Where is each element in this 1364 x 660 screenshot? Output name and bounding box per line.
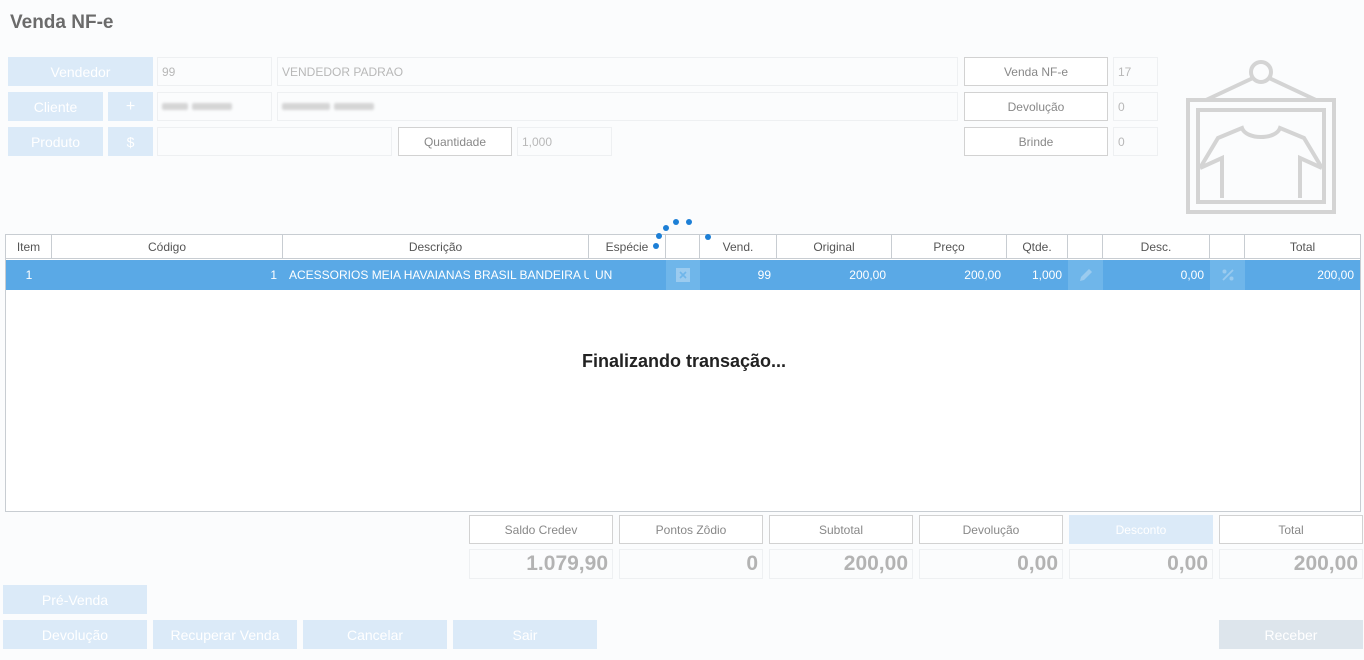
edit-item-button[interactable] [1068, 260, 1103, 290]
col-qtde[interactable]: Qtde. [1007, 235, 1068, 258]
loading-spinner-icon [650, 216, 714, 252]
col-edit [1068, 235, 1103, 258]
saldo-credev-value: 1.079,90 [469, 549, 613, 579]
redacted-text [162, 103, 188, 110]
cliente-name-field [277, 92, 958, 121]
cell-preco: 200,00 [964, 268, 1001, 282]
receber-button[interactable]: Receber [1219, 620, 1363, 649]
spinner-dot [656, 233, 662, 239]
cliente-code-field[interactable] [157, 92, 272, 121]
cell-qtde: 1,000 [1031, 268, 1062, 282]
cancelar-button[interactable]: Cancelar [303, 620, 447, 649]
table-row[interactable]: 1 1 ACESSORIOS MEIA HAVAIANAS BRASIL BAN… [6, 260, 1360, 290]
spinner-dot [686, 219, 692, 225]
cliente-button[interactable]: Cliente [8, 92, 103, 121]
discount-button[interactable] [1210, 260, 1245, 290]
col-item[interactable]: Item [6, 235, 52, 258]
recuperar-venda-button[interactable]: Recuperar Venda [153, 620, 297, 649]
pontos-zodio-label: Pontos Zôdio [619, 515, 763, 544]
produto-button[interactable]: Produto [8, 127, 103, 156]
devolucao-total-label: Devolução [919, 515, 1063, 544]
clothing-tag-icon [1186, 60, 1336, 214]
devolucao-counter-button[interactable]: Devolução [964, 92, 1108, 121]
venda-nfe-count: 17 [1113, 57, 1158, 86]
devolucao-count: 0 [1113, 92, 1158, 121]
quantidade-input[interactable]: 1,000 [517, 127, 612, 156]
vendedor-name-field: VENDEDOR PADRAO [277, 57, 958, 86]
redacted-text [192, 103, 232, 110]
saldo-credev-label: Saldo Credev [469, 515, 613, 544]
col-desc[interactable]: Desc. [1103, 235, 1210, 258]
cell-total: 200,00 [1317, 268, 1354, 282]
subtotal-value: 200,00 [769, 549, 913, 579]
page-title: Venda NF-e [10, 12, 114, 33]
quantidade-button[interactable]: Quantidade [398, 127, 512, 156]
vendedor-code-field[interactable]: 99 [157, 57, 272, 86]
col-preco[interactable]: Preço [892, 235, 1007, 258]
col-percent [1210, 235, 1245, 258]
subtotal-label: Subtotal [769, 515, 913, 544]
venda-nfe-counter-button[interactable]: Venda NF-e [964, 57, 1108, 86]
percent-icon [1221, 269, 1234, 281]
cell-original: 200,00 [849, 268, 886, 282]
pre-venda-button[interactable]: Pré-Venda [3, 585, 147, 614]
cell-codigo: 1 [270, 268, 277, 282]
total-label: Total [1219, 515, 1363, 544]
spinner-dot [663, 225, 669, 231]
close-icon [676, 268, 690, 282]
desconto-value: 0,00 [1069, 549, 1213, 579]
pontos-zodio-value: 0 [619, 549, 763, 579]
devolucao-total-value: 0,00 [919, 549, 1063, 579]
cell-especie: UN [595, 268, 613, 282]
brinde-counter-button[interactable]: Brinde [964, 127, 1108, 156]
desconto-button[interactable]: Desconto [1069, 515, 1213, 544]
pencil-icon [1079, 269, 1092, 281]
redacted-text [334, 103, 374, 110]
col-total[interactable]: Total [1245, 235, 1360, 258]
col-descricao[interactable]: Descrição [283, 235, 589, 258]
add-cliente-button[interactable]: + [108, 92, 153, 121]
cell-vend: 99 [757, 268, 771, 282]
spinner-dot [653, 243, 659, 249]
redacted-text [282, 103, 330, 110]
cell-descricao: ACESSORIOS MEIA HAVAIANAS BRASIL BANDEIR… [289, 268, 589, 282]
cell-desc: 0,00 [1180, 268, 1204, 282]
dollar-icon: $ [126, 133, 135, 150]
spinner-dot [705, 234, 711, 240]
devolucao-button[interactable]: Devolução [3, 620, 147, 649]
brinde-count: 0 [1113, 127, 1158, 156]
plus-icon: + [125, 97, 136, 115]
vendedor-button[interactable]: Vendedor [8, 57, 153, 86]
delete-item-button[interactable] [666, 260, 700, 290]
spinner-dot [673, 219, 679, 225]
total-value: 200,00 [1219, 549, 1363, 579]
items-grid: Item Código Descrição Espécie Vend. Orig… [5, 234, 1361, 512]
cell-item: 1 [25, 268, 33, 282]
col-codigo[interactable]: Código [52, 235, 283, 258]
preco-button[interactable]: $ [108, 127, 153, 156]
loading-message: Finalizando transação... [581, 351, 787, 371]
col-original[interactable]: Original [777, 235, 892, 258]
sair-button[interactable]: Sair [453, 620, 597, 649]
produto-input[interactable] [157, 127, 392, 156]
